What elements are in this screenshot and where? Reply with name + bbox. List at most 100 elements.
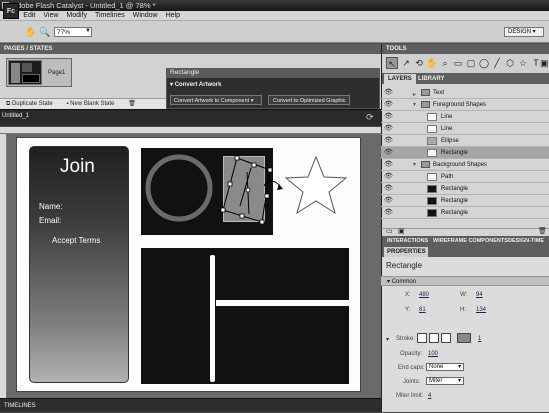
layer-thumbnail [427,125,437,133]
trash-icon[interactable]: 🗑 [538,228,547,236]
document-tab[interactable]: Untitled_1 [2,113,29,119]
zoom-tool-icon[interactable]: ⌕ [439,57,451,69]
properties-title: Rectangle [386,261,423,270]
zoom-tool-icon[interactable]: 🔍 [39,27,50,37]
triangle-down-icon: ▾ [170,82,174,88]
refresh-icon[interactable]: ⟳ [366,113,374,122]
menu-modify[interactable]: Modify [62,11,91,21]
x-value[interactable]: 480 [419,292,429,298]
layer-row[interactable]: 👁 ▸ Text [381,87,549,99]
triangle-down-icon[interactable]: ▾ [413,99,416,111]
name-label: Name: [39,202,63,211]
pages-states-header: PAGES / STATES [0,44,381,54]
eye-icon[interactable]: 👁 [384,159,393,171]
layer-row[interactable]: 👁 Ellipse [381,135,549,147]
layer-row[interactable]: 👁 Line [381,123,549,135]
tools-header: TOOLS [381,44,549,54]
image-tool-icon[interactable]: ▣ [540,57,549,69]
h-label: H: [460,307,466,313]
layers-footer [381,228,549,236]
rounded-rect-tool-icon[interactable]: ▢ [465,57,477,69]
menu-view[interactable]: View [39,11,62,21]
layer-row[interactable]: 👁 Path [381,171,549,183]
eye-icon[interactable]: 👁 [384,87,393,99]
miter-limit-label: Miter limit: [396,393,424,399]
eye-icon[interactable]: 👁 [384,147,393,159]
direct-select-tool-icon[interactable]: ↗ [400,57,412,69]
menu-window[interactable]: Window [129,11,162,21]
duplicate-icon: ⧉ [6,101,11,107]
joints-select[interactable]: Miter ▾ [426,377,464,385]
hand-tool-icon[interactable]: ✋ [426,57,438,69]
menu-timelines[interactable]: Timelines [91,11,129,21]
tab-wireframe-components[interactable]: WIREFRAME COMPONENTS [430,236,511,246]
menu-edit[interactable]: Edit [19,11,39,21]
new-layer-icon[interactable]: ▭ [386,228,393,236]
tab-library[interactable]: LIBRARY [414,74,448,84]
menu-help[interactable]: Help [162,11,184,21]
eye-icon[interactable]: 👁 [384,135,393,147]
stroke-color-swatch[interactable] [457,333,471,343]
layer-row[interactable]: 👁 Rectangle [381,195,549,207]
layer-row[interactable]: 👁 Line [381,111,549,123]
eye-icon[interactable]: 👁 [384,99,393,111]
workspace-select[interactable]: DESIGN ▾ [504,27,544,37]
opacity-value[interactable]: 100 [428,351,438,357]
eye-icon[interactable]: 👁 [384,195,393,207]
new-sublayer-icon[interactable]: ▣ [398,228,405,236]
convert-to-component-button[interactable]: Convert Artwork to Component ▾ [170,95,262,105]
tab-layers[interactable]: LAYERS [384,74,416,84]
tab-properties[interactable]: PROPERTIES [384,247,428,257]
rectangle-tool-icon[interactable]: ▭ [452,57,464,69]
tab-interactions[interactable]: INTERACTIONS [384,236,431,246]
folder-icon [421,89,430,96]
hand-tool-icon[interactable]: ✋ [25,27,36,37]
stroke-inside-icon[interactable] [417,333,427,343]
layer-label: Line [441,114,453,120]
layer-row-selected[interactable]: 👁 Rectangle [381,147,549,159]
document-tab-bar [0,109,381,126]
star-tool-icon[interactable]: ☆ [517,57,529,69]
new-blank-state-label: New Blank State [70,101,115,107]
join-form-panel[interactable] [29,146,129,383]
polygon-tool-icon[interactable]: ⬡ [504,57,516,69]
line-tool-icon[interactable]: ╱ [491,57,503,69]
horizontal-line[interactable] [216,300,349,306]
workspace-label: DESIGN [508,29,532,35]
eye-icon[interactable]: 👁 [384,171,393,183]
ellipse-tool-icon[interactable]: ◯ [478,57,490,69]
h-value[interactable]: 134 [476,307,486,313]
layer-row[interactable]: 👁 ▾ Background Shapes [381,159,549,171]
star-shape[interactable] [283,155,349,215]
join-heading: Join [60,156,95,177]
eye-icon[interactable]: 👁 [384,183,393,195]
triangle-down-icon[interactable]: ▾ [386,336,389,343]
stroke-center-icon[interactable] [429,333,439,343]
transform-tool-icon[interactable]: ⟲ [413,57,425,69]
new-state-icon: ▪ [66,101,69,107]
eye-icon[interactable]: 👁 [384,123,393,135]
y-value[interactable]: 81 [419,307,426,313]
bottom-dark-rectangle[interactable] [141,248,349,384]
triangle-down-icon[interactable]: ▾ [413,159,416,171]
eye-icon[interactable]: 👁 [384,111,393,123]
w-value[interactable]: 94 [476,292,483,298]
layer-row[interactable]: 👁 Rectangle [381,183,549,195]
stroke-width-value[interactable]: 1 [478,336,481,342]
eye-icon[interactable]: 👁 [384,207,393,219]
tab-design-time-data[interactable]: DESIGN-TIME D [505,236,549,254]
chevron-down-icon[interactable]: ▼ [85,28,91,34]
select-tool-icon[interactable]: ↖ [386,57,398,69]
timelines-panel[interactable]: TIMELINES [0,398,381,412]
end-caps-select[interactable]: None ▾ [426,363,464,371]
stroke-outside-icon[interactable] [441,333,451,343]
menu-bar: FileEditViewModifyTimelinesWindowHelp [0,11,549,21]
miter-limit-value[interactable]: 4 [428,393,431,399]
vertical-line[interactable] [210,255,215,382]
common-section-header[interactable]: ▾ Common [381,276,549,286]
layer-row[interactable]: 👁 ▾ Foreground Shapes [381,99,549,111]
convert-artwork-header[interactable]: ▾ Convert Artwork [170,81,221,88]
layer-row[interactable]: 👁 Rectangle [381,207,549,219]
title-bar: Adobe Flash Catalyst - Untitled_1 @ 78% … [0,0,549,11]
convert-to-optimized-graphic-button[interactable]: Convert to Optimized Graphic [268,95,350,105]
